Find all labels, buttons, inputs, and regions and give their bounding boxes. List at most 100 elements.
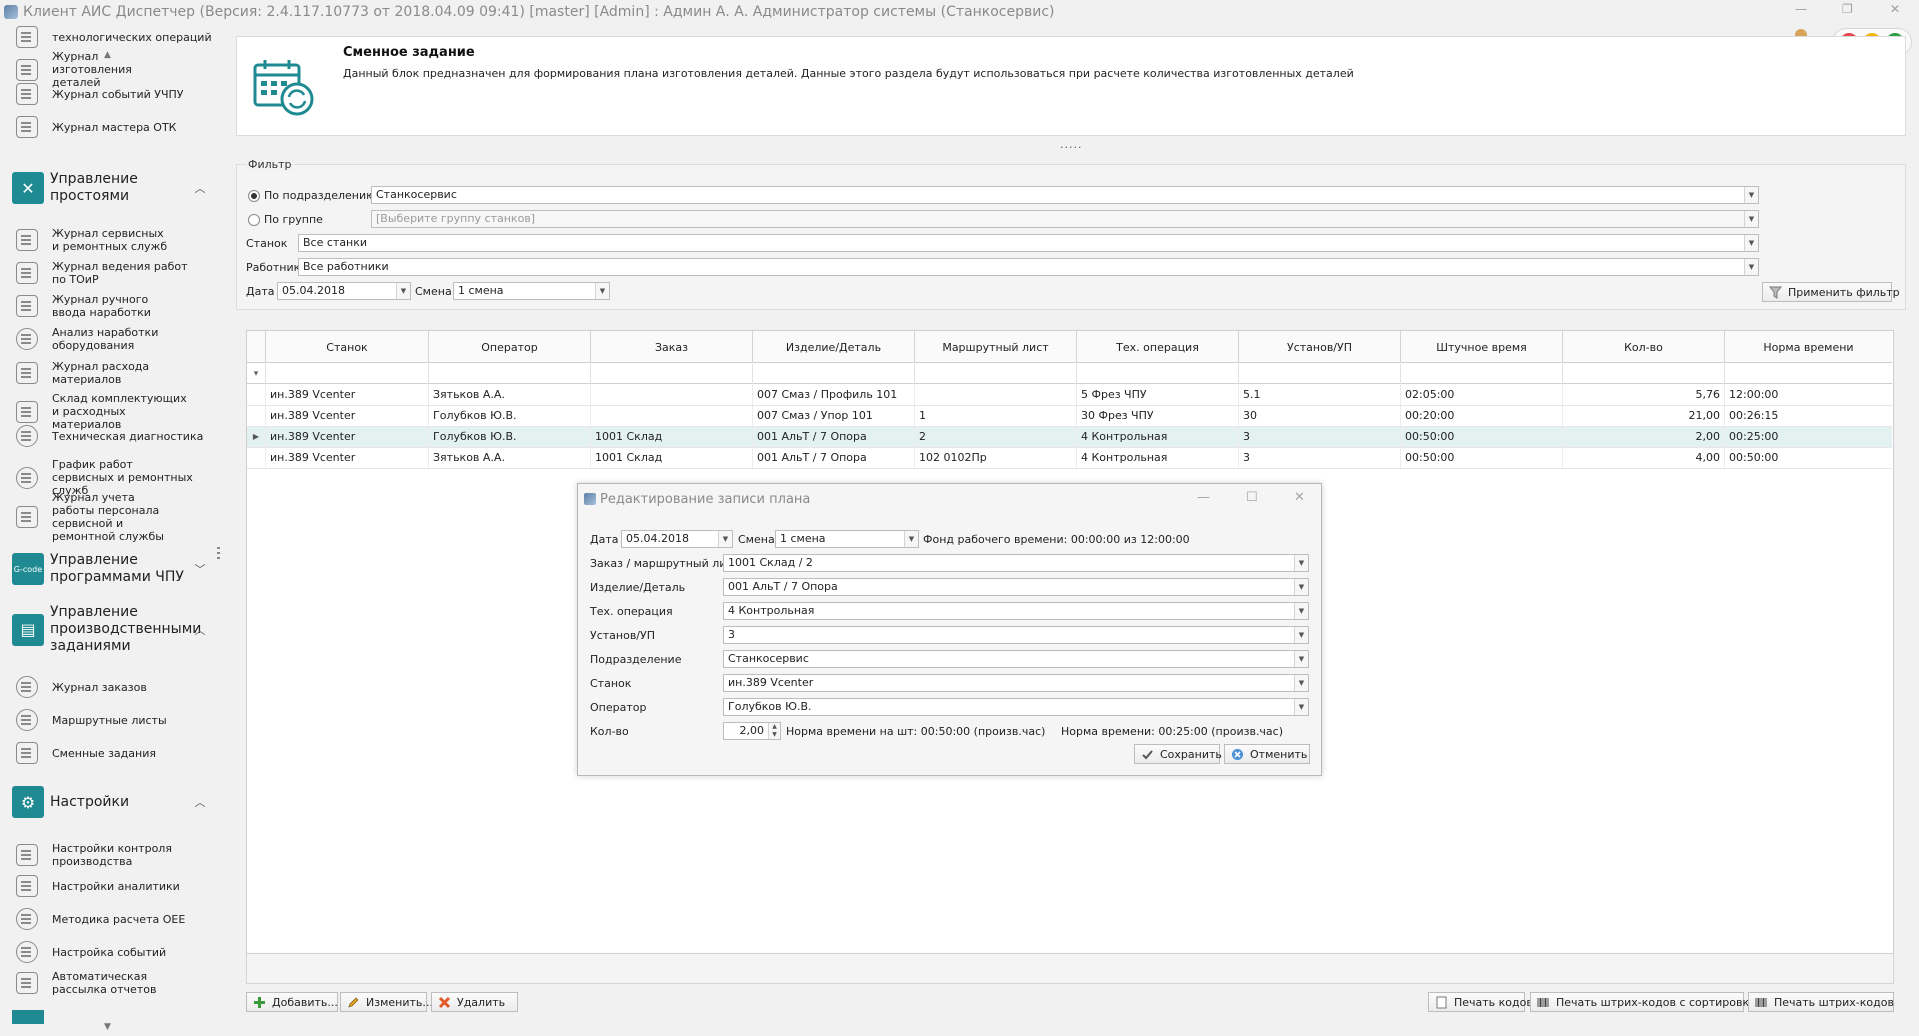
print-codes-button[interactable]: Печать кодов	[1428, 992, 1533, 1012]
close-icon[interactable]: ✕	[1890, 2, 1900, 16]
dropdown-arrow-icon[interactable]: ▼	[1294, 555, 1308, 571]
sidebar-scroll-down-icon[interactable]: ▼	[104, 1022, 111, 1032]
dropdown-arrow-icon[interactable]: ▼	[1744, 235, 1758, 251]
sidebar-item-events-settings[interactable]: Настройка событий	[16, 941, 216, 963]
dropdown-arrow-icon[interactable]: ▼	[1294, 699, 1308, 715]
column-filter-cell[interactable]	[1401, 364, 1563, 384]
minimize-icon[interactable]: —	[1197, 490, 1210, 505]
column-header[interactable]: Станок	[266, 331, 429, 363]
edit-button[interactable]: Изменить...	[340, 992, 433, 1012]
sidebar-item-orders[interactable]: Журнал заказов	[16, 676, 216, 698]
setup-select[interactable]: 3 ▼	[723, 626, 1309, 644]
restore-icon[interactable]: ❐	[1842, 2, 1853, 16]
stepper-arrows-icon[interactable]: ▲ ▼	[768, 723, 780, 739]
sidebar-group-cnc[interactable]: G-code Управление программами ЧПУ ﹀	[12, 552, 208, 586]
sidebar-item-staff-journal[interactable]: Журнал учета работы персонала сервисной …	[16, 491, 216, 543]
column-filter-cell[interactable]	[1725, 364, 1892, 384]
dropdown-arrow-icon[interactable]: ▼	[1744, 259, 1758, 275]
print-barcodes-sorted-button[interactable]: Печать штрих-кодов с сортировкой	[1530, 992, 1763, 1012]
print-barcodes-button[interactable]: Печать штрих-кодов	[1748, 992, 1894, 1012]
minimize-icon[interactable]: —	[1795, 2, 1807, 16]
sidebar-item-oee-method[interactable]: Методика расчета OEE	[16, 908, 216, 930]
dialog-department-select[interactable]: Станкосервис ▼	[723, 650, 1309, 668]
column-filter-cell[interactable]	[753, 364, 915, 384]
column-header[interactable]: Тех. операция	[1077, 331, 1239, 363]
column-filter-cell[interactable]	[1239, 364, 1401, 384]
column-filter-cell[interactable]	[1077, 364, 1239, 384]
dropdown-arrow-icon[interactable]: ▼	[1294, 579, 1308, 595]
column-header[interactable]: Заказ	[591, 331, 753, 363]
column-header[interactable]: Установ/УП	[1239, 331, 1401, 363]
sidebar-item-runtime-analysis[interactable]: Анализ наработки оборудования	[16, 326, 216, 352]
sidebar-item-qc-master[interactable]: Журнал мастера ОТК	[16, 116, 216, 138]
collapsed-group-icon[interactable]	[12, 1010, 44, 1024]
table-row-selected[interactable]: ▶ ин.389 Vcenter Голубков Ю.В. 1001 Скла…	[247, 427, 1892, 448]
sidebar-item-materials-journal[interactable]: Журнал расхода материалов	[16, 360, 216, 386]
dropdown-arrow-icon[interactable]: ▼	[718, 531, 732, 547]
chevron-down-icon[interactable]: ﹀	[192, 561, 208, 577]
column-filter-cell[interactable]	[591, 364, 753, 384]
column-filter-cell[interactable]	[1563, 364, 1725, 384]
sidebar-item-service-journal[interactable]: Журнал сервисных и ремонтных служб	[16, 227, 216, 253]
dialog-operator-select[interactable]: Голубков Ю.В. ▼	[723, 698, 1309, 716]
chevron-up-icon[interactable]: ︿	[192, 180, 208, 196]
sidebar-group-production[interactable]: ▤ Управление производственными заданиями…	[12, 604, 208, 655]
sidebar-item-tech-diagnostics[interactable]: Техническая диагностика	[16, 425, 216, 447]
panel-splitter[interactable]: .....	[1060, 138, 1082, 151]
table-row[interactable]: ин.389 Vcenter Зятьков А.А. 007 Смаз / П…	[247, 385, 1892, 406]
shift-select[interactable]: 1 смена ▼	[453, 282, 610, 300]
sidebar-item-manual-runtime[interactable]: Журнал ручного ввода наработки	[16, 293, 216, 319]
dialog-date-picker[interactable]: 05.04.2018 ▼	[621, 530, 733, 548]
qty-stepper[interactable]: 2,00 ▲ ▼	[723, 722, 781, 740]
sidebar-group-settings[interactable]: ⚙ Настройки ︿	[12, 786, 208, 818]
machine-group-select[interactable]: [Выберите группу станков] ▼	[371, 210, 1759, 228]
dialog-shift-select[interactable]: 1 смена ▼	[775, 530, 919, 548]
radio-by-group[interactable]: По группе	[248, 213, 323, 226]
cancel-button[interactable]: Отменить	[1224, 744, 1310, 764]
dropdown-arrow-icon[interactable]: ▼	[595, 283, 609, 299]
order-select[interactable]: 1001 Склад / 2 ▼	[723, 554, 1309, 572]
radio-by-department[interactable]: По подразделению	[248, 189, 375, 202]
dialog-machine-select[interactable]: ин.389 Vcenter ▼	[723, 674, 1309, 692]
sidebar-group-downtime[interactable]: ✕ Управление простоями ︿	[12, 171, 208, 205]
machine-select[interactable]: Все станки ▼	[298, 234, 1759, 252]
sidebar-item-shift-tasks[interactable]: Сменные задания	[16, 742, 216, 764]
sidebar-item-cnc-events[interactable]: Журнал событий УЧПУ	[16, 83, 216, 105]
part-select[interactable]: 001 АльТ / 7 Опора ▼	[723, 578, 1309, 596]
sidebar-item-production-control[interactable]: Настройки контроля производства	[16, 842, 216, 868]
column-filter-cell[interactable]	[429, 364, 591, 384]
table-row[interactable]: ин.389 Vcenter Голубков Ю.В. 007 Смаз / …	[247, 406, 1892, 427]
dropdown-arrow-icon[interactable]: ▼	[1744, 211, 1758, 227]
dropdown-arrow-icon[interactable]: ▼	[396, 283, 410, 299]
column-header[interactable]: Изделие/Деталь	[753, 331, 915, 363]
chevron-up-icon[interactable]: ︿	[192, 622, 208, 638]
close-icon[interactable]: ✕	[1294, 490, 1305, 505]
apply-filter-button[interactable]: Применить фильтр	[1762, 282, 1900, 302]
department-select[interactable]: Станкосервис ▼	[371, 186, 1759, 204]
save-button[interactable]: Сохранить	[1134, 744, 1222, 764]
column-header[interactable]: Норма времени	[1725, 331, 1892, 363]
sidebar-item-tech-operations[interactable]: технологических операций	[16, 26, 216, 48]
sidebar-item-toir-journal[interactable]: Журнал ведения работ по ТОиР	[16, 260, 216, 286]
column-header[interactable]: Штучное время	[1401, 331, 1563, 363]
chevron-up-icon[interactable]: ︿	[192, 794, 208, 810]
sidebar-item-auto-reports[interactable]: Автоматическая рассылка отчетов	[16, 970, 216, 996]
table-row[interactable]: ин.389 Vcenter Зятьков А.А. 1001 Склад 0…	[247, 448, 1892, 469]
dropdown-arrow-icon[interactable]: ▼	[904, 531, 918, 547]
column-header[interactable]: Оператор	[429, 331, 591, 363]
column-filter-cell[interactable]	[266, 364, 429, 384]
sidebar-item-analytics-settings[interactable]: Настройки аналитики	[16, 875, 216, 897]
delete-button[interactable]: Удалить	[431, 992, 518, 1012]
date-picker[interactable]: 05.04.2018 ▼	[277, 282, 411, 300]
maximize-icon[interactable]: ☐	[1246, 490, 1258, 505]
dropdown-arrow-icon[interactable]: ▼	[1294, 651, 1308, 667]
radio-unselected-icon[interactable]	[248, 213, 260, 226]
column-header[interactable]: Кол-во	[1563, 331, 1725, 363]
dropdown-arrow-icon[interactable]: ▼	[1294, 627, 1308, 643]
dropdown-arrow-icon[interactable]: ▼	[1294, 603, 1308, 619]
column-header[interactable]: Маршрутный лист	[915, 331, 1077, 363]
radio-selected-icon[interactable]	[248, 189, 260, 202]
sidebar-item-route-sheets[interactable]: Маршрутные листы	[16, 709, 216, 731]
worker-select[interactable]: Все работники ▼	[298, 258, 1759, 276]
dropdown-arrow-icon[interactable]: ▼	[1294, 675, 1308, 691]
